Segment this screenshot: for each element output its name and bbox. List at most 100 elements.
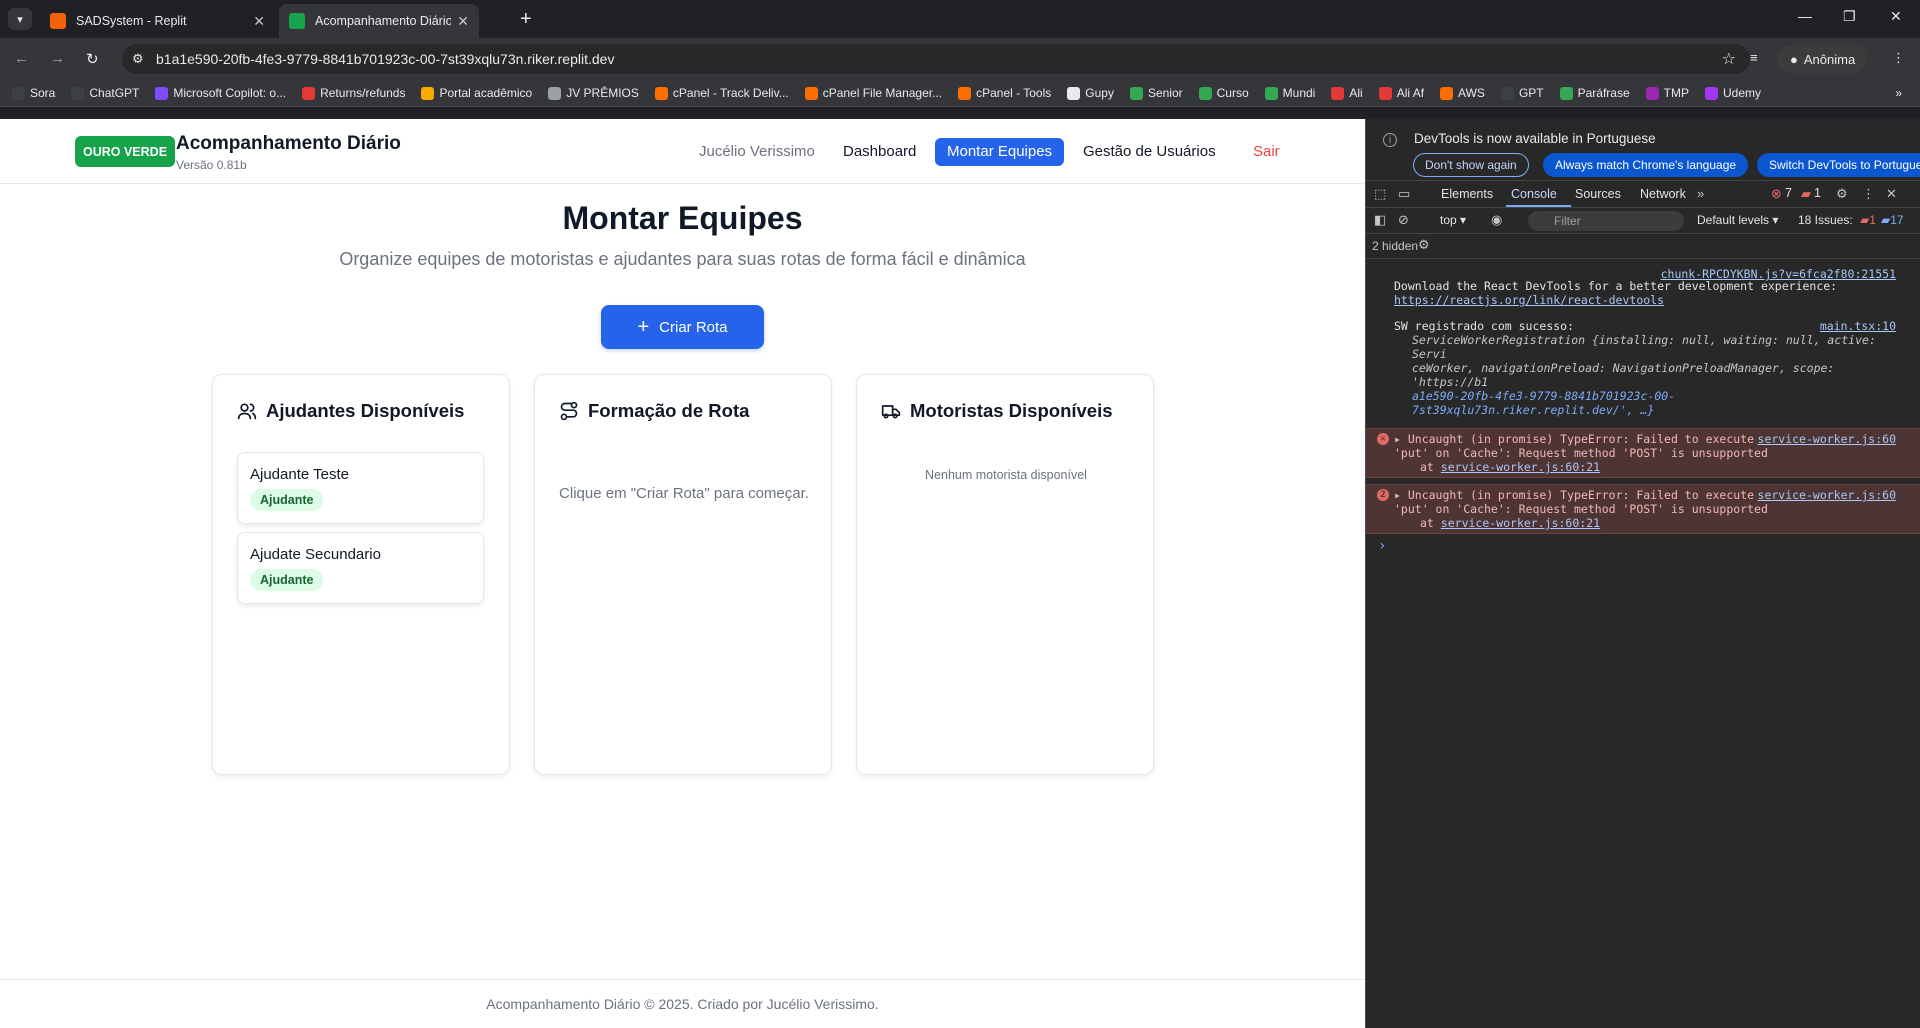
browser-menu-icon[interactable]: ⋮ — [1892, 50, 1905, 66]
back-icon[interactable]: ← — [14, 50, 29, 67]
tab-network[interactable]: Network — [1640, 187, 1686, 201]
bookmark-star-icon[interactable]: ☆ — [1722, 49, 1736, 69]
helper-item[interactable]: Ajudante Teste Ajudante — [237, 452, 484, 524]
new-tab-icon[interactable]: + — [520, 8, 532, 30]
log-source-link[interactable]: main.tsx:10 — [1820, 319, 1896, 333]
log-object[interactable]: ServiceWorkerRegistration {installing: n… — [1394, 333, 1892, 361]
app-title: Acompanhamento Diário — [176, 133, 401, 154]
forward-icon[interactable]: → — [50, 50, 65, 67]
error-stack: at service-worker.js:60:21 — [1420, 516, 1601, 530]
tab-sadsystem[interactable]: SADSystem - Replit ✕ — [40, 4, 275, 38]
site-info-icon[interactable]: ⚙ — [132, 51, 144, 67]
bookmark-item[interactable]: Curso — [1198, 86, 1249, 100]
helpers-card-title: Ajudantes Disponíveis — [266, 400, 465, 421]
bookmark-item[interactable]: TMP — [1645, 86, 1689, 100]
settings-icon[interactable]: ⚙ — [1836, 186, 1848, 202]
error-source-link[interactable]: service-worker.js:60 — [1758, 432, 1896, 446]
bookmark-item[interactable]: AWS — [1440, 86, 1485, 100]
media-icon[interactable]: ≡ — [1750, 50, 1758, 65]
bookmark-item[interactable]: Ali Af — [1378, 86, 1424, 100]
route-icon — [560, 401, 578, 421]
console-settings-icon[interactable]: ⚙ — [1418, 237, 1430, 253]
react-devtools-link[interactable]: https://reactjs.org/link/react-devtools — [1394, 293, 1892, 307]
bookmark-label: Curso — [1216, 86, 1249, 100]
bookmark-item[interactable]: Portal acadêmico — [421, 86, 532, 100]
context-selector[interactable]: top ▾ — [1440, 213, 1466, 227]
bookmark-label: TMP — [1663, 86, 1689, 100]
log-source-link[interactable]: chunk-RPCDYKBN.js?v=6fca2f80:21551 — [1661, 267, 1896, 281]
console-error: ✕ service-worker.js:60 ▸ Uncaught (in pr… — [1366, 428, 1920, 478]
bookmark-item[interactable]: Udemy — [1704, 86, 1761, 100]
nav-logout[interactable]: Sair — [1253, 138, 1280, 166]
route-card-header: Formação de Rota — [559, 400, 749, 422]
users-icon — [237, 403, 257, 420]
error-source-link[interactable]: service-worker.js:60 — [1758, 488, 1896, 502]
bookmark-item[interactable]: Ali — [1331, 86, 1363, 100]
tab-search-button[interactable]: ▾ — [8, 8, 32, 30]
bookmark-item[interactable]: Returns/refunds — [302, 86, 405, 100]
warning-count: 1 — [1814, 186, 1821, 200]
drivers-card: Motoristas Disponíveis Nenhum motorista … — [856, 374, 1154, 775]
switch-language-button[interactable]: Switch DevTools to Portuguese — [1757, 153, 1920, 177]
eye-icon[interactable]: ◉ — [1491, 212, 1502, 228]
bookmark-item[interactable]: cPanel - Tools — [958, 86, 1051, 100]
match-language-button[interactable]: Always match Chrome's language — [1543, 153, 1749, 177]
bookmark-item[interactable]: Gupy — [1067, 86, 1114, 100]
clear-console-icon[interactable]: ⊘ — [1398, 212, 1409, 228]
more-tabs-icon[interactable]: » — [1697, 186, 1704, 201]
log-levels-dropdown[interactable]: Default levels ▾ — [1697, 213, 1778, 227]
profile-button[interactable]: ● Anônima — [1778, 45, 1868, 73]
create-route-button[interactable]: + Criar Rota — [601, 305, 764, 349]
minimize-icon[interactable]: — — [1798, 8, 1812, 24]
tab-sources[interactable]: Sources — [1575, 187, 1621, 201]
warning-flag-icon[interactable]: ▰ — [1801, 186, 1811, 202]
devtools-menu-icon[interactable]: ⋮ — [1862, 186, 1875, 202]
close-tab-icon[interactable]: ✕ — [253, 13, 265, 30]
dont-show-again-button[interactable]: Don't show again — [1413, 153, 1529, 177]
bookmark-item[interactable]: cPanel File Manager... — [804, 86, 943, 100]
bookmark-item[interactable]: ChatGPT — [71, 86, 139, 100]
issues-label[interactable]: 18 Issues: — [1798, 213, 1853, 227]
close-tab-icon[interactable]: ✕ — [457, 13, 469, 30]
nav-dashboard[interactable]: Dashboard — [843, 138, 916, 166]
bookmark-label: cPanel File Manager... — [822, 86, 943, 100]
more-bookmarks-icon[interactable]: » — [1895, 86, 1902, 100]
error-count: 7 — [1785, 186, 1792, 200]
issues-error-count[interactable]: ▰1 — [1860, 213, 1876, 227]
bookmark-item[interactable]: Microsoft Copilot: o... — [155, 86, 286, 100]
bookmark-label: cPanel - Tools — [976, 86, 1052, 100]
console-toolbar: ◧ ⊘ top ▾ ◉ Filter Default levels ▾ 18 I… — [1366, 208, 1920, 234]
bookmark-item[interactable]: cPanel - Track Deliv... — [654, 86, 789, 100]
restore-icon[interactable]: ❐ — [1843, 8, 1856, 25]
route-empty-message: Clique em "Criar Rota" para começar. — [559, 485, 809, 502]
console-filter-input[interactable]: Filter — [1528, 211, 1684, 231]
bookmark-favicon-icon — [1331, 86, 1345, 100]
bookmark-item[interactable]: Senior — [1129, 86, 1183, 100]
console-prompt-icon[interactable]: › — [1378, 538, 1386, 554]
window-close-icon[interactable]: ✕ — [1890, 8, 1902, 25]
nav-montar-equipes[interactable]: Montar Equipes — [935, 138, 1065, 166]
log-text: SW registrado com sucesso: — [1394, 319, 1575, 333]
bookmark-item[interactable]: GPT — [1500, 86, 1544, 100]
log-text: Download the React DevTools for a better… — [1394, 279, 1838, 293]
tab-acompanhamento[interactable]: Acompanhamento Diário - Our ✕ — [279, 4, 479, 38]
sidebar-toggle-icon[interactable]: ◧ — [1374, 212, 1386, 228]
tab-elements[interactable]: Elements — [1441, 187, 1493, 201]
bookmark-item[interactable]: JV PRÊMIOS — [548, 86, 639, 100]
inspect-icon[interactable]: ⬚ — [1374, 186, 1386, 202]
stack-link[interactable]: service-worker.js:60:21 — [1441, 460, 1600, 474]
bookmark-item[interactable]: Paráfrase — [1559, 86, 1630, 100]
device-toggle-icon[interactable]: ▭ — [1398, 186, 1410, 202]
issues-info-count[interactable]: ▰17 — [1881, 213, 1904, 227]
reload-icon[interactable]: ↻ — [86, 50, 99, 68]
close-devtools-icon[interactable]: ✕ — [1886, 186, 1897, 202]
address-bar[interactable]: ⚙ b1a1e590-20fb-4fe3-9779-8841b701923c-0… — [122, 44, 1750, 74]
bookmark-item[interactable]: Mundi — [1264, 86, 1315, 100]
nav-gestao-usuarios[interactable]: Gestão de Usuários — [1083, 138, 1216, 166]
bookmark-item[interactable]: Sora — [12, 86, 55, 100]
helper-item[interactable]: Ajudate Secundario Ajudante — [237, 532, 484, 604]
stack-link[interactable]: service-worker.js:60:21 — [1441, 516, 1600, 530]
browser-toolbar: ← → ↻ ⚙ b1a1e590-20fb-4fe3-9779-8841b701… — [0, 38, 1920, 80]
tab-console[interactable]: Console — [1511, 187, 1557, 201]
error-count-icon[interactable]: ⊗ — [1771, 186, 1782, 202]
